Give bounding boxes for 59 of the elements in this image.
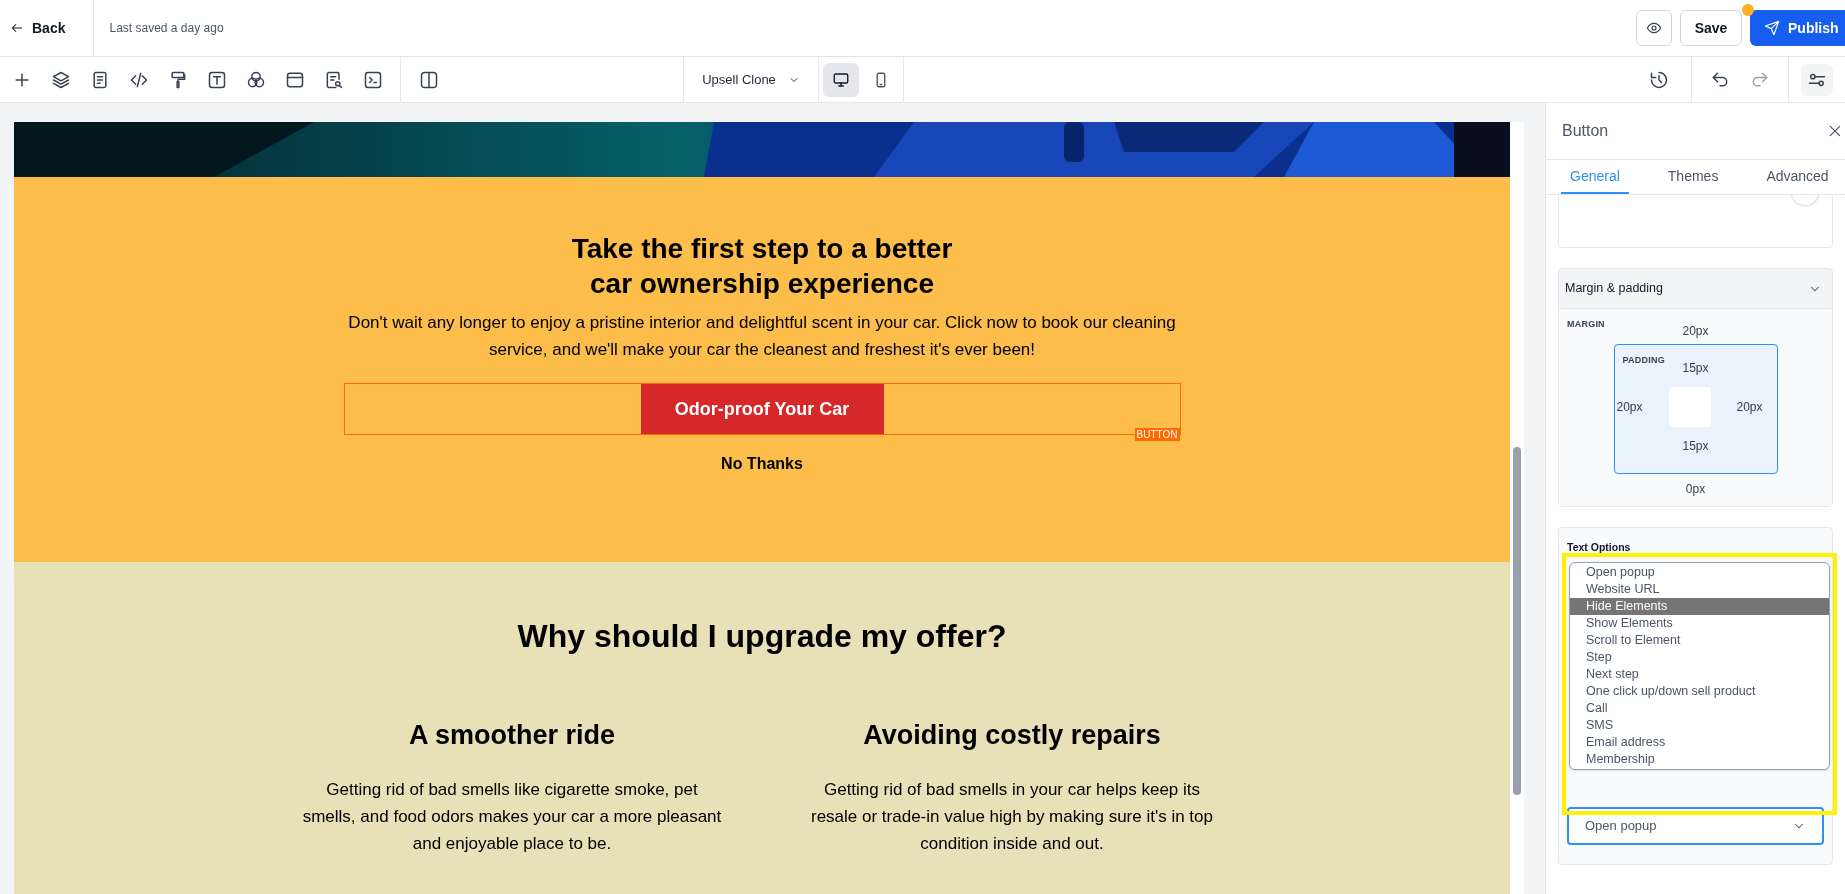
- section-title: Margin & padding: [1565, 280, 1663, 298]
- page-select[interactable]: Upsell Clone: [683, 57, 819, 102]
- last-saved-text: Last saved a day ago: [109, 20, 224, 37]
- margin-top-value: 20px: [1682, 323, 1709, 340]
- desktop-view-button[interactable]: [823, 62, 859, 97]
- section-title: Text Options: [1567, 540, 1632, 555]
- panel-title: Button: [1562, 121, 1609, 141]
- margin-bottom-value: 0px: [1685, 481, 1706, 498]
- history-icon[interactable]: [1649, 69, 1669, 90]
- column-text: Getting rid of bad smells in your car helps keep its resale or trade-in value high by making sure it's in top condition inside and out.: [810, 778, 1214, 855]
- dropdown-option[interactable]: Hide Elements: [1570, 598, 1829, 615]
- decline-link[interactable]: No Thanks: [721, 452, 803, 476]
- panel-tab[interactable]: Advanced: [1757, 160, 1838, 194]
- padding-bottom-value: 15px: [1682, 438, 1709, 455]
- monitor-icon: [832, 70, 850, 89]
- cta-button[interactable]: Odor-proof Your Car: [640, 384, 884, 434]
- publish-button[interactable]: Publish: [1750, 10, 1845, 46]
- settings-button[interactable]: [1801, 63, 1833, 96]
- close-icon[interactable]: [1827, 123, 1843, 139]
- dropdown-option[interactable]: SMS: [1570, 717, 1829, 734]
- padding-top-value: 15px: [1682, 360, 1709, 377]
- dropdown-option[interactable]: Call: [1570, 700, 1829, 717]
- paint-roller-icon[interactable]: [168, 69, 188, 90]
- document-search-icon[interactable]: [324, 69, 344, 90]
- margin-label: MARGIN: [1567, 318, 1605, 331]
- panel-tab[interactable]: Themes: [1658, 160, 1728, 194]
- dropdown-option[interactable]: Open popup: [1570, 564, 1829, 581]
- scrollbar-thumb[interactable]: [1513, 447, 1521, 795]
- preview-button[interactable]: [1636, 10, 1672, 46]
- dropdown-option[interactable]: Scroll to Element: [1570, 632, 1829, 649]
- dropdown-option[interactable]: Membership: [1570, 751, 1829, 768]
- dropdown-option[interactable]: Show Elements: [1570, 615, 1829, 632]
- cta-heading: Take the first step to a better car ownership experience: [571, 232, 953, 301]
- layers-icon[interactable]: [51, 69, 71, 90]
- dropdown-option[interactable]: One click up/down sell product: [1570, 683, 1829, 700]
- document-icon[interactable]: [90, 69, 110, 90]
- why-heading: Why should I upgrade my offer?: [517, 617, 1007, 656]
- split-view-icon[interactable]: [419, 69, 439, 90]
- send-icon: [1764, 20, 1780, 36]
- dropdown-option[interactable]: Email address: [1570, 734, 1829, 751]
- scrollbar[interactable]: [1510, 122, 1524, 894]
- save-button[interactable]: Save: [1680, 10, 1742, 46]
- circles-icon[interactable]: [246, 69, 266, 90]
- element-tag: BUTTON: [1134, 428, 1180, 441]
- back-arrow-icon: [10, 21, 24, 35]
- text-icon[interactable]: [207, 69, 227, 90]
- cta-text: Don't wait any longer to enjoy a pristine interior and delightful scent in your car. Click now to book our cleaning service, and we'll make your car the cleanest and freshest it's ever been!: [347, 312, 1177, 361]
- terminal-icon[interactable]: [363, 69, 383, 90]
- dropdown-option[interactable]: Next step: [1570, 666, 1829, 683]
- padding-left-value: 20px: [1616, 399, 1643, 416]
- column-title: Avoiding costly repairs: [863, 719, 1161, 752]
- dropdown-option[interactable]: Step: [1570, 649, 1829, 666]
- column-title: A smoother ride: [408, 719, 615, 752]
- dropdown-option[interactable]: Website URL: [1570, 581, 1829, 598]
- padding-right-value: 20px: [1736, 399, 1764, 416]
- eye-icon: [1646, 20, 1662, 36]
- padding-label: PADDING: [1622, 354, 1665, 367]
- column-text: Getting rid of bad smells like cigarette smoke, pet smells, and food odors makes your car a more pleasant and enjoyable place to be.: [302, 778, 722, 855]
- back-button[interactable]: Back: [0, 0, 95, 56]
